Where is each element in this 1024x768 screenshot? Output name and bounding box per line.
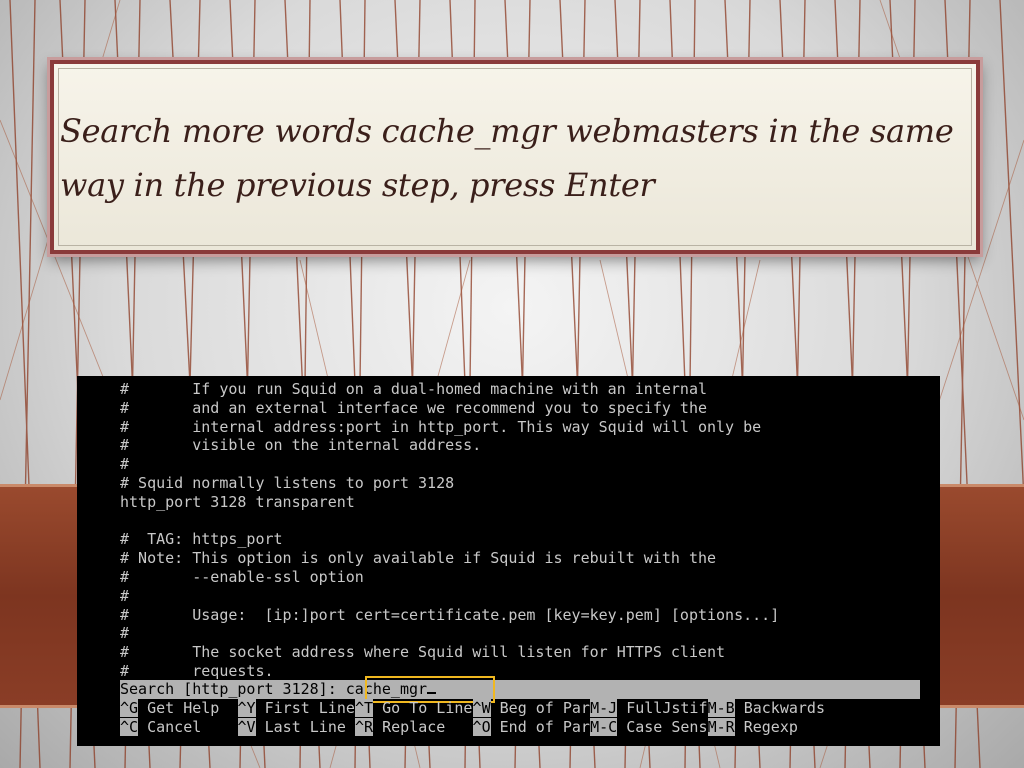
shortcut-item: ^V Last Line bbox=[237, 718, 346, 737]
shortcut-label: Replace bbox=[373, 718, 446, 736]
shortcut-key: ^O bbox=[472, 718, 491, 736]
shortcut-item: M-J FullJstif bbox=[590, 699, 707, 718]
search-prompt-bar[interactable]: Search [http_port 3128]: cache_mgr bbox=[120, 680, 920, 699]
shortcut-item: ^O End of Par bbox=[472, 718, 590, 737]
shortcut-key: ^C bbox=[120, 718, 139, 736]
shortcut-item: ^R Replace bbox=[355, 718, 445, 737]
shortcut-key: ^R bbox=[355, 718, 374, 736]
shortcut-label: Get Help bbox=[138, 699, 220, 717]
shortcut-item: M-R Regexp bbox=[707, 718, 798, 737]
terminal-line: http_port 3128 transparent bbox=[120, 492, 355, 511]
shortcut-label: Regexp bbox=[734, 718, 798, 736]
terminal-line: # TAG: https_port bbox=[120, 530, 283, 549]
shortcut-key: ^T bbox=[355, 699, 374, 717]
shortcut-key: ^W bbox=[472, 699, 491, 717]
terminal-line: # If you run Squid on a dual-homed machi… bbox=[120, 380, 707, 398]
terminal-line: # The socket address where Squid will li… bbox=[120, 643, 726, 662]
shortcut-key: M-R bbox=[707, 718, 735, 736]
shortcut-item: ^C Cancel bbox=[120, 718, 201, 737]
shortcut-item: ^T Go To Line bbox=[355, 699, 472, 718]
shortcut-key: ^V bbox=[237, 718, 256, 736]
terminal-line: # --enable-ssl option bbox=[120, 567, 364, 586]
shortcut-label: FullJstif bbox=[617, 699, 708, 717]
shortcut-item: M-B Backwards bbox=[707, 699, 825, 718]
shortcut-label: Backwards bbox=[734, 699, 825, 717]
text-cursor bbox=[427, 692, 437, 694]
terminal-line: # bbox=[120, 586, 130, 605]
title-card: Search more words cache_mgr webmasters i… bbox=[50, 60, 980, 254]
shortcut-label: First Line bbox=[255, 699, 355, 717]
terminal-line: # internal address:port in http_port. Th… bbox=[120, 417, 762, 436]
search-input[interactable]: cache_mgr bbox=[346, 680, 427, 698]
shortcut-label: End of Par bbox=[490, 718, 590, 736]
shortcut-key: ^Y bbox=[237, 699, 256, 717]
shortcut-label: Case Sens bbox=[617, 718, 708, 736]
terminal-line: # Usage: [ip:]port cert=certificate.pem … bbox=[120, 605, 780, 624]
terminal-window[interactable]: # If you run Squid on a dual-homed machi… bbox=[77, 376, 940, 746]
shortcut-label: Beg of Par bbox=[490, 699, 590, 717]
shortcut-label: Cancel bbox=[138, 718, 202, 736]
terminal-line: # visible on the internal address. bbox=[120, 436, 482, 455]
terminal-text-lines: # If you run Squid on a dual-homed machi… bbox=[120, 380, 779, 681]
shortcut-key: ^G bbox=[120, 699, 139, 717]
terminal-line: # requests. bbox=[120, 661, 274, 680]
terminal-line: # and an external interface we recommend… bbox=[120, 398, 707, 417]
shortcut-item: ^G Get Help bbox=[120, 699, 219, 718]
shortcut-key: M-C bbox=[590, 718, 618, 736]
terminal-line: # Note: This option is only available if… bbox=[120, 549, 717, 568]
terminal-line: # bbox=[120, 455, 130, 474]
terminal-line: # Squid normally listens to port 3128 bbox=[120, 473, 455, 492]
shortcut-label: Go To Line bbox=[373, 699, 473, 717]
shortcut-label: Last Line bbox=[255, 718, 346, 736]
slide-title: Search more words cache_mgr webmasters i… bbox=[60, 112, 954, 204]
shortcut-key: M-B bbox=[707, 699, 735, 717]
shortcut-key: M-J bbox=[590, 699, 618, 717]
search-prompt-label: Search [http_port 3128]: bbox=[120, 680, 346, 698]
shortcut-item: M-C Case Sens bbox=[590, 718, 707, 737]
shortcut-item: ^Y First Line bbox=[237, 699, 355, 718]
terminal-line: # bbox=[120, 624, 130, 643]
shortcut-item: ^W Beg of Par bbox=[472, 699, 590, 718]
